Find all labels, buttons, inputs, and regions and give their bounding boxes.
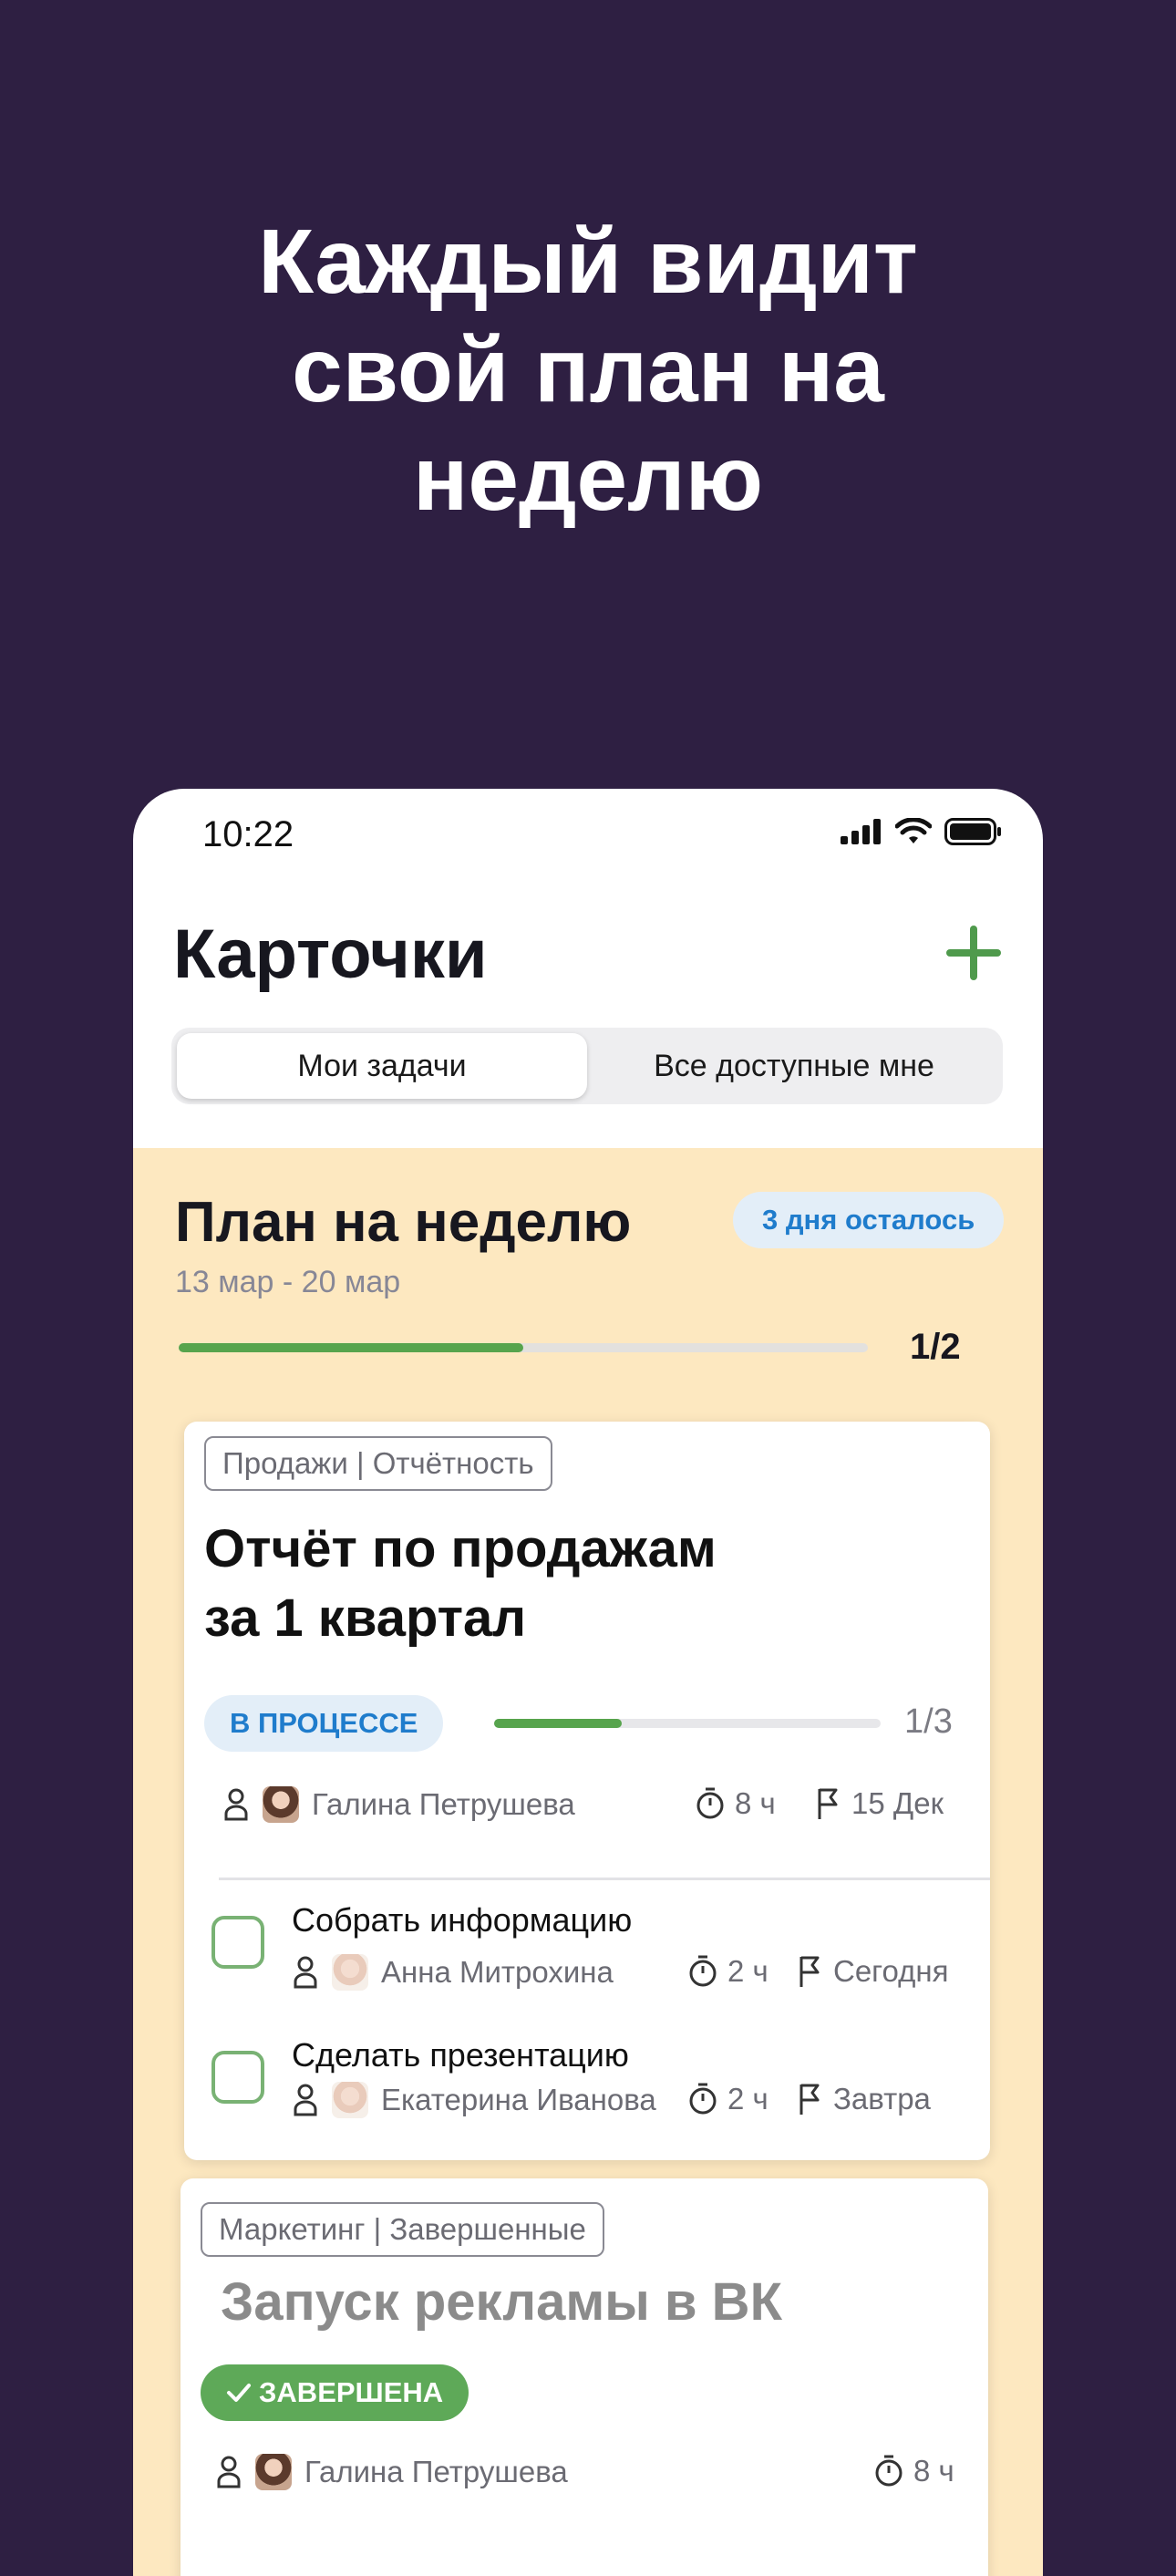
card-tag: Маркетинг | Завершенные xyxy=(201,2202,604,2257)
deadline-text: Сегодня xyxy=(833,1954,949,1988)
duration-text: 2 ч xyxy=(727,2082,769,2116)
deadline-text: 15 Дек xyxy=(851,1786,944,1820)
headline-line-1: Каждый видит xyxy=(258,211,918,313)
battery-icon xyxy=(944,818,1001,845)
subtask-deadline: Сегодня xyxy=(797,1954,948,1989)
flag-icon xyxy=(818,1788,838,1819)
subtask-assignee-name: Екатерина Иванова xyxy=(381,2083,656,2116)
status-badge: ЗАВЕРШЕНА xyxy=(201,2364,469,2421)
status-time: 10:22 xyxy=(202,814,294,854)
timer-icon xyxy=(696,1787,724,1819)
subtask-title: Сделать презентацию xyxy=(292,2036,629,2074)
status-text: ЗАВЕРШЕНА xyxy=(259,2376,444,2408)
subtask-checkbox[interactable] xyxy=(211,1916,264,1969)
card-title-line-1: Отчёт по продажам xyxy=(204,1519,717,1578)
card-title: Отчёт по продажам за 1 квартал xyxy=(204,1515,717,1653)
subtask-duration: 2 ч xyxy=(687,1954,769,1989)
signal-icon xyxy=(841,819,881,844)
card-duration: 8 ч xyxy=(695,1786,776,1821)
card-title: Запуск рекламы в ВК xyxy=(221,2272,782,2332)
status-icons xyxy=(841,818,1001,845)
assignee-name: Галина Петрушева xyxy=(304,2455,568,2488)
task-card[interactable]: Маркетинг | Завершенные Запуск рекламы в… xyxy=(181,2178,988,2576)
avatar xyxy=(332,2082,368,2118)
week-progress-count: 1/2 xyxy=(910,1327,961,1367)
tab-my-tasks[interactable]: Мои задачи xyxy=(177,1033,587,1099)
deadline-text: Завтра xyxy=(833,2082,931,2116)
subtask-deadline: Завтра xyxy=(797,2082,931,2116)
check-icon xyxy=(227,2384,251,2402)
week-progress-bar xyxy=(179,1343,868,1352)
status-badge: В ПРОЦЕССЕ xyxy=(204,1695,444,1752)
divider xyxy=(219,1878,990,1880)
flag-icon xyxy=(799,1956,820,1987)
assignee-icon xyxy=(294,2084,317,2116)
subtask-assignee-name: Анна Митрохина xyxy=(381,1955,614,1989)
wifi-icon xyxy=(895,818,932,843)
flag-icon xyxy=(799,2084,820,2115)
week-plan-panel: План на неделю 13 мар - 20 мар 3 дня ост… xyxy=(133,1148,1043,2576)
headline-line-3: неделю xyxy=(412,428,764,530)
phone-screen: 10:22 Карточки Мои задачи Все доступные … xyxy=(133,789,1043,2576)
add-card-button[interactable] xyxy=(946,926,1001,980)
card-assignee: Галина Петрушева xyxy=(222,1786,575,1823)
subtask-checkbox[interactable] xyxy=(211,2051,264,2104)
assignee-icon xyxy=(217,2456,241,2488)
subtask-assignee: Екатерина Иванова xyxy=(292,2082,656,2118)
assignee-icon xyxy=(224,1788,248,1821)
card-assignee: Галина Петрушева xyxy=(215,2454,568,2490)
subtask-duration: 2 ч xyxy=(687,2082,769,2116)
tab-switcher: Мои задачи Все доступные мне xyxy=(171,1028,1003,1104)
card-progress-count: 1/3 xyxy=(904,1702,953,1741)
subtask-assignee: Анна Митрохина xyxy=(292,1954,614,1991)
task-card[interactable]: Продажи | Отчётность Отчёт по продажам з… xyxy=(184,1422,990,2160)
assignee-icon xyxy=(294,1956,317,1989)
assignee-name: Галина Петрушева xyxy=(312,1787,575,1821)
week-plan-title: План на неделю xyxy=(175,1191,632,1254)
card-progress-fill xyxy=(494,1719,622,1728)
card-tag: Продажи | Отчётность xyxy=(204,1436,552,1491)
timer-icon xyxy=(689,2083,717,2115)
headline: Каждый видит свой план на неделю xyxy=(0,208,1176,533)
card-duration: 8 ч xyxy=(873,2454,954,2488)
avatar xyxy=(263,1786,299,1823)
timer-icon xyxy=(689,1955,717,1987)
timer-icon xyxy=(875,2455,903,2487)
duration-text: 8 ч xyxy=(735,1786,776,1820)
duration-text: 8 ч xyxy=(913,2454,954,2488)
tab-all-available[interactable]: Все доступные мне xyxy=(591,1033,997,1099)
week-plan-dates: 13 мар - 20 мар xyxy=(175,1265,401,1299)
headline-line-2: свой план на xyxy=(292,319,884,421)
status-bar: 10:22 xyxy=(133,789,1043,880)
card-deadline: 15 Дек xyxy=(815,1786,944,1821)
days-left-badge: 3 дня осталось xyxy=(733,1192,1005,1248)
duration-text: 2 ч xyxy=(727,1954,769,1988)
page-title: Карточки xyxy=(173,916,488,993)
week-progress-fill xyxy=(179,1343,523,1352)
subtask-title: Собрать информацию xyxy=(292,1901,633,1939)
card-progress-bar xyxy=(494,1719,881,1728)
card-title-line-2: за 1 квартал xyxy=(204,1588,527,1648)
avatar xyxy=(332,1954,368,1991)
avatar xyxy=(255,2454,292,2490)
